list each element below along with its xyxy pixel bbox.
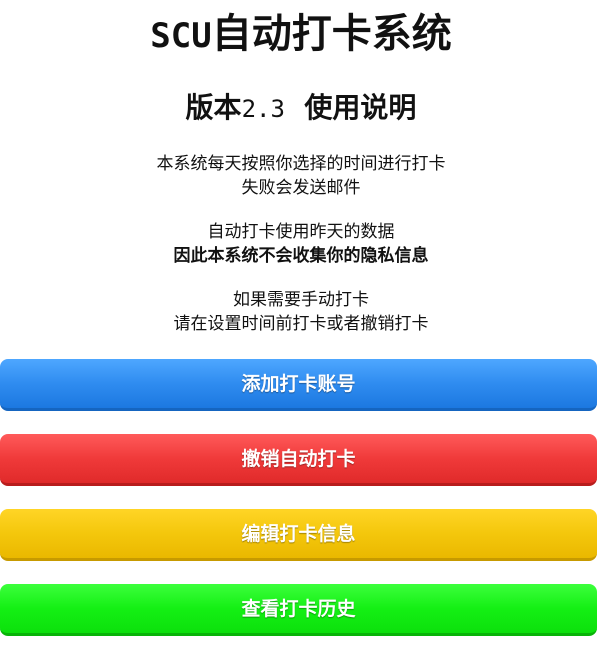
page-subtitle: 版本2.3 使用说明 bbox=[0, 86, 602, 131]
version-number: 2.3 bbox=[241, 95, 285, 123]
instruction-paragraph-privacy: 自动打卡使用昨天的数据 因此本系统不会收集你的隐私信息 bbox=[0, 220, 602, 268]
instruction-line: 请在设置时间前打卡或者撤销打卡 bbox=[173, 314, 429, 334]
instruction-paragraph-schedule: 本系统每天按照你选择的时间进行打卡 失败会发送邮件 bbox=[0, 152, 602, 200]
instruction-line: 自动打卡使用昨天的数据 bbox=[207, 222, 395, 242]
instruction-line: 如果需要手动打卡 bbox=[233, 290, 369, 310]
page: SCU自动打卡系统 版本2.3 使用说明 本系统每天按照你选择的时间进行打卡 失… bbox=[0, 0, 602, 646]
privacy-notice: 因此本系统不会收集你的隐私信息 bbox=[173, 246, 429, 266]
page-title: SCU自动打卡系统 bbox=[0, 6, 602, 64]
edit-checkin-info-button[interactable]: 编辑打卡信息 bbox=[0, 509, 597, 561]
cancel-auto-checkin-button[interactable]: 撤销自动打卡 bbox=[0, 434, 597, 486]
instruction-line: 本系统每天按照你选择的时间进行打卡 bbox=[156, 154, 446, 174]
view-checkin-history-button[interactable]: 查看打卡历史 bbox=[0, 584, 597, 636]
subtitle-prefix: 版本 bbox=[185, 91, 242, 124]
add-account-button[interactable]: 添加打卡账号 bbox=[0, 359, 597, 411]
instruction-line: 失败会发送邮件 bbox=[241, 178, 361, 198]
subtitle-suffix: 使用说明 bbox=[304, 91, 417, 124]
title-cjk: 自动打卡系统 bbox=[211, 11, 452, 57]
instruction-paragraph-manual: 如果需要手动打卡 请在设置时间前打卡或者撤销打卡 bbox=[0, 288, 602, 336]
title-latin: SCU bbox=[150, 16, 212, 56]
